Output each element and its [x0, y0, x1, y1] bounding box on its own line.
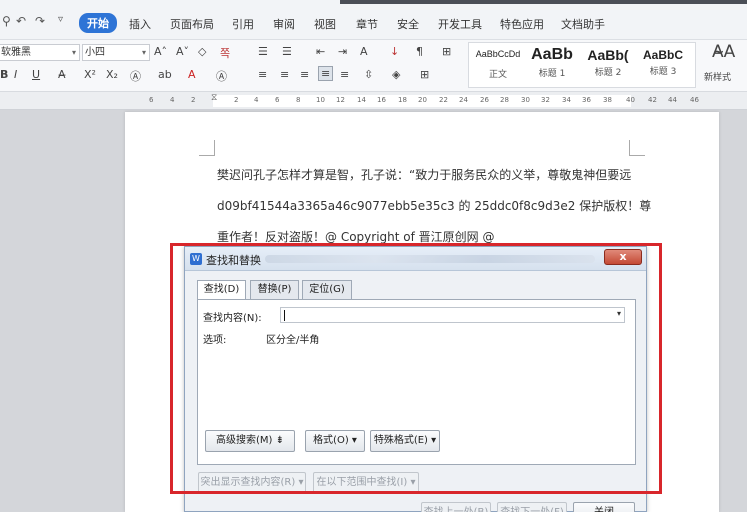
border-icon[interactable]: ⊞	[420, 68, 429, 81]
ruler-tick: 4	[170, 96, 175, 104]
menu-tab-page-layout[interactable]: 页面布局	[170, 16, 214, 32]
ruler-tick: 8	[296, 96, 301, 104]
ribbon-toolbar: 软雅黑 ▾ 小四 ▾ A˄ A˅ ◇ 쪽 B I U A̶ X² X₂ Ⓐ ab…	[0, 40, 747, 92]
underline-icon[interactable]: U	[32, 68, 40, 81]
menu-tab-features[interactable]: 特色应用	[500, 16, 544, 32]
dialog-close-button[interactable]: 关闭	[573, 502, 635, 512]
ruler-tick: 6	[275, 96, 280, 104]
menu-tab-insert[interactable]: 插入	[129, 16, 151, 32]
ruler-tick: 2	[234, 96, 239, 104]
indent-marker-icon[interactable]: ⧖	[211, 93, 217, 103]
ruler-tick: 42	[648, 96, 657, 104]
ruler-tick: 6	[149, 96, 154, 104]
align-left-icon[interactable]: ≡	[258, 68, 267, 81]
ruler-tick: 24	[459, 96, 468, 104]
char-shading-icon[interactable]: Ⓐ	[216, 68, 227, 84]
subscript-icon[interactable]: X₂	[106, 68, 118, 81]
line-spacing-icon[interactable]: ⇳	[364, 68, 373, 81]
ruler-tick: 28	[500, 96, 509, 104]
bullet-list-icon[interactable]: ☰	[258, 45, 268, 58]
align-center-icon[interactable]: ≡	[280, 68, 289, 81]
font-size-value: 小四	[85, 47, 105, 58]
ruler-tick: 2	[191, 96, 196, 104]
ruler-tick: 26	[480, 96, 489, 104]
font-name-value: 软雅黑	[1, 47, 31, 58]
document-text-line: 樊迟问孔子怎样才算是智，孔子说：“致力于服务民众的义举，尊敬鬼神但要远	[217, 168, 632, 182]
numbered-list-icon[interactable]: ☰	[282, 45, 292, 58]
style-heading-1[interactable]: AaBb 标题 1	[527, 46, 577, 79]
style-normal[interactable]: AaBbCcDd 正文	[471, 49, 525, 80]
highlight-annotation-frame	[170, 243, 662, 494]
grow-font-icon[interactable]: A˄	[154, 45, 167, 58]
sort-icon[interactable]: ↓	[390, 45, 399, 58]
style-gallery: AaBbCcDd 正文 AaBb 标题 1 AaBb( 标题 2 AaBbC 标…	[468, 42, 696, 88]
style-heading-2[interactable]: AaBb( 标题 2	[579, 47, 637, 78]
ruler-tick: 38	[603, 96, 612, 104]
highlight-icon[interactable]: ab	[158, 68, 172, 81]
undo-icon[interactable]: ↶	[16, 14, 26, 28]
margin-corner-mark	[199, 140, 215, 156]
menu-tab-references[interactable]: 引用	[232, 16, 254, 32]
ruler-tick: 32	[541, 96, 550, 104]
distributed-align-icon[interactable]: ≡	[340, 68, 349, 81]
new-style-button[interactable]: 新样式	[704, 70, 731, 83]
menu-tab-security[interactable]: 安全	[397, 16, 419, 32]
shrink-font-icon[interactable]: A˅	[176, 45, 189, 58]
ruler-tick: 12	[336, 96, 345, 104]
menu-tab-developer[interactable]: 开发工具	[438, 16, 482, 32]
ruler-tick: 20	[418, 96, 427, 104]
menu-tab-doc-assistant[interactable]: 文档助手	[561, 16, 605, 32]
ruler-tick: 18	[398, 96, 407, 104]
ruler-tick: 36	[582, 96, 591, 104]
align-right-icon[interactable]: ≡	[300, 68, 309, 81]
horizontal-ruler[interactable]: 6 4 2 ⧖ 2 4 6 8 10 12 14 16 18 20 22 24 …	[0, 92, 747, 110]
superscript-icon[interactable]: X²	[84, 68, 96, 81]
ruler-tick: 22	[439, 96, 448, 104]
font-name-select[interactable]: 软雅黑 ▾	[0, 44, 80, 61]
quick-access-dropdown-icon[interactable]: ▿	[58, 14, 63, 25]
show-marks-icon[interactable]: ¶	[416, 45, 423, 58]
menu-tab-view[interactable]: 视图	[314, 16, 336, 32]
chevron-down-icon: ▾	[71, 48, 76, 57]
ruler-tick: 4	[254, 96, 259, 104]
ruler-tick: 14	[357, 96, 366, 104]
ruler-tick: 10	[316, 96, 325, 104]
chevron-down-icon: ▾	[141, 48, 146, 57]
menu-tab-start[interactable]: 开始	[79, 13, 117, 33]
ruler-tick: 34	[562, 96, 571, 104]
increase-indent-icon[interactable]: ⇥	[338, 45, 347, 58]
justify-icon[interactable]: ≡	[318, 66, 334, 81]
table-icon[interactable]: ⊞	[442, 45, 451, 58]
find-previous-button[interactable]: 查找上一处(B)	[421, 502, 491, 512]
find-next-button[interactable]: 查找下一处(F)	[497, 502, 567, 512]
font-size-select[interactable]: 小四 ▾	[82, 44, 150, 61]
document-text-line: d09bf41544a3365a46c9077ebb5e35c3 的 25ddc…	[217, 199, 652, 213]
ruler-tick: 16	[377, 96, 386, 104]
redo-icon[interactable]: ↷	[35, 14, 45, 28]
new-style-icon: A̴A	[712, 42, 736, 62]
shading-icon[interactable]: ◈	[392, 68, 400, 81]
font-color-icon[interactable]: A	[188, 68, 196, 81]
title-strip	[340, 0, 747, 4]
menu-tab-review[interactable]: 审阅	[273, 16, 295, 32]
clear-format-icon[interactable]: ◇	[198, 45, 206, 58]
pinyin-icon[interactable]: 쪽	[220, 45, 230, 61]
decrease-indent-icon[interactable]: ⇤	[316, 45, 325, 58]
strikethrough-icon[interactable]: A̶	[58, 68, 66, 81]
wps-writer-window: ⚲ ↶ ↷ ▿ 开始 插入 页面布局 引用 审阅 视图 章节 安全 开发工具 特…	[0, 0, 747, 512]
style-heading-3[interactable]: AaBbC 标题 3	[637, 48, 689, 77]
italic-icon[interactable]: I	[14, 68, 17, 81]
asian-layout-icon[interactable]: A	[360, 45, 368, 58]
search-icon[interactable]: ⚲	[2, 14, 11, 28]
menu-bar: ⚲ ↶ ↷ ▿ 开始 插入 页面布局 引用 审阅 视图 章节 安全 开发工具 特…	[0, 0, 747, 40]
ruler-tick: 30	[521, 96, 530, 104]
ruler-tick: 46	[690, 96, 699, 104]
ruler-tick: 44	[668, 96, 677, 104]
margin-corner-mark	[629, 140, 645, 156]
text-effect-icon[interactable]: Ⓐ	[130, 68, 141, 84]
menu-tab-chapter[interactable]: 章节	[356, 16, 378, 32]
ruler-tick: 40	[626, 96, 635, 104]
bold-icon[interactable]: B	[0, 68, 8, 81]
